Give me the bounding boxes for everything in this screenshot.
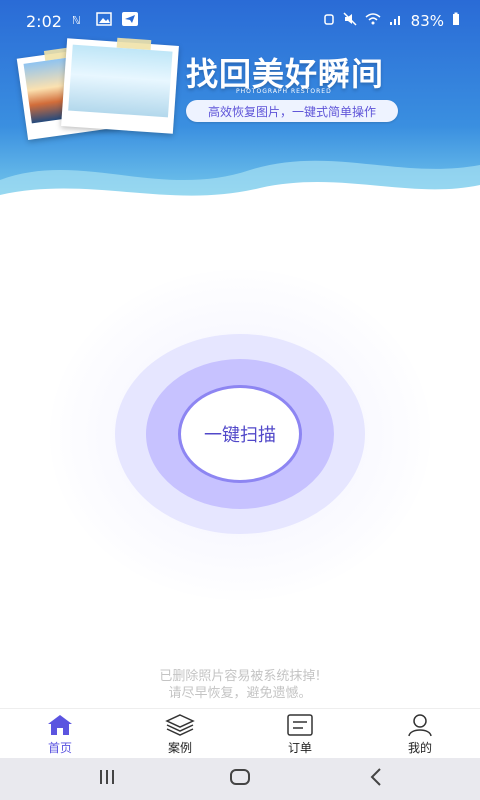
scan-button-label: 一键扫描 xyxy=(204,425,276,446)
wave-decoration xyxy=(0,160,480,210)
status-bar: 2:02 ℕ 83% xyxy=(0,0,480,44)
tip-line-1: 已删除照片容易被系统抹掉! xyxy=(159,669,321,684)
layers-icon xyxy=(165,713,195,737)
svg-text:ℕ: ℕ xyxy=(72,14,81,26)
order-icon xyxy=(285,713,315,737)
gallery-icon xyxy=(96,12,112,30)
nav-label-orders: 订单 xyxy=(287,741,312,755)
nav-item-orders[interactable]: 订单 xyxy=(260,713,340,756)
user-icon xyxy=(405,713,435,737)
nav-item-home[interactable]: 首页 xyxy=(20,713,100,756)
photo-image xyxy=(68,44,173,118)
nav-label-home: 首页 xyxy=(47,741,72,755)
telegram-icon xyxy=(122,12,138,30)
bottom-nav: 首页 案例 订单 我的 xyxy=(0,708,480,759)
back-button[interactable] xyxy=(366,766,386,793)
home-button[interactable] xyxy=(228,766,252,793)
nav-label-mine: 我的 xyxy=(407,741,432,755)
system-nav-bar xyxy=(0,758,480,800)
wifi-icon xyxy=(365,12,381,30)
nav-item-mine[interactable]: 我的 xyxy=(380,713,460,756)
tip-line-2: 请尽早恢复，避免遗憾。 xyxy=(168,686,312,701)
status-time: 2:02 xyxy=(26,12,62,31)
banner-subtitle: PHOTOGRAPH RESTORED xyxy=(236,88,332,95)
notification-icons: ℕ xyxy=(72,12,138,30)
notification-icon: ℕ xyxy=(72,12,86,30)
banner-tagline: 高效恢复图片，一键式简单操作 xyxy=(186,100,398,122)
warning-tip: 已删除照片容易被系统抹掉! 请尽早恢复，避免遗憾。 xyxy=(0,668,480,702)
battery-percent: 83% xyxy=(410,12,444,30)
signal-icon xyxy=(389,12,403,30)
alarm-icon xyxy=(323,12,335,30)
photo-beach-thumbnail xyxy=(61,37,179,134)
one-click-scan-button[interactable]: 一键扫描 xyxy=(178,385,302,483)
status-right: 83% xyxy=(323,12,460,30)
header-banner: 2:02 ℕ 83% 找回美好瞬间 PHOTOGRAPH RESTORED 高效… xyxy=(0,0,480,210)
mute-icon xyxy=(343,12,357,30)
home-icon xyxy=(45,713,75,737)
nav-item-cases[interactable]: 案例 xyxy=(140,713,220,756)
battery-icon xyxy=(452,12,460,30)
recent-apps-button[interactable] xyxy=(96,766,118,793)
nav-label-cases: 案例 xyxy=(167,741,192,755)
